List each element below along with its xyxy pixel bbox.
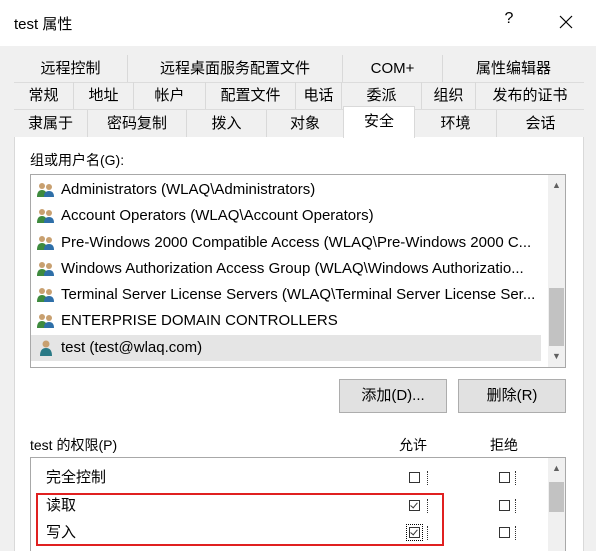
allow-column-header: 允许 [399, 437, 427, 453]
tab-dial-in[interactable]: 拨入 [187, 110, 267, 137]
tab-com-plus[interactable]: COM+ [343, 55, 443, 82]
tab-telephones[interactable]: 电话 [296, 82, 342, 109]
group-icon [37, 209, 54, 223]
tab-attribute-editor[interactable]: 属性编辑器 [443, 55, 584, 82]
group-icon [37, 314, 54, 328]
group-icon [37, 288, 54, 302]
allow-checkbox[interactable] [406, 524, 423, 541]
principal-name: test (test@wlaq.com) [61, 339, 203, 356]
permission-row: 完全控制 [31, 464, 549, 491]
tab-address[interactable]: 地址 [74, 82, 134, 109]
tab-organization[interactable]: 组织 [422, 82, 476, 109]
scroll-thumb[interactable] [549, 288, 564, 346]
allow-checkbox[interactable] [409, 472, 420, 483]
list-item[interactable]: Administrators (WLAQ\Administrators) [31, 177, 541, 203]
close-button[interactable] [548, 6, 584, 38]
group-icon [37, 183, 54, 197]
allow-checkbox[interactable] [409, 500, 420, 511]
permission-row: 写入 [31, 519, 549, 546]
principal-name: Pre-Windows 2000 Compatible Access (WLAQ… [61, 234, 532, 251]
scroll-down-icon[interactable]: ▼ [548, 348, 565, 365]
permission-name: 读取 [46, 497, 77, 514]
tab-remote-control[interactable]: 远程控制 [14, 55, 128, 82]
scroll-up-icon[interactable]: ▲ [548, 177, 565, 194]
deny-checkbox[interactable] [499, 472, 510, 483]
row-divider [427, 499, 432, 513]
scroll-thumb[interactable] [549, 482, 564, 512]
group-icon [37, 262, 54, 276]
tab-member-of[interactable]: 隶属于 [14, 110, 88, 137]
tab-environment[interactable]: 环境 [415, 110, 497, 137]
list-item[interactable]: Terminal Server License Servers (WLAQ\Te… [31, 282, 541, 308]
list-item[interactable]: Account Operators (WLAQ\Account Operator… [31, 203, 541, 229]
deny-column-header: 拒绝 [490, 437, 518, 453]
tab-published-certs[interactable]: 发布的证书 [476, 82, 584, 109]
permission-list-scrollbar[interactable]: ▲ [548, 458, 565, 551]
tab-profile[interactable]: 配置文件 [206, 82, 296, 109]
permission-list[interactable]: 完全控制 读取 写入 ▲ [30, 457, 566, 551]
title-bar: test 属性 ? [0, 0, 596, 46]
tab-rds-profile[interactable]: 远程桌面服务配置文件 [128, 55, 343, 82]
principal-name: Windows Authorization Access Group (WLAQ… [61, 260, 524, 277]
principal-name: ENTERPRISE DOMAIN CONTROLLERS [61, 312, 338, 329]
tab-password-replication[interactable]: 密码复制 [88, 110, 187, 137]
group-or-user-label: 组或用户名(G): [30, 152, 125, 168]
list-item[interactable]: ENTERPRISE DOMAIN CONTROLLERS [31, 308, 541, 334]
tab-security[interactable]: 安全 [343, 106, 415, 138]
deny-checkbox[interactable] [499, 500, 510, 511]
deny-checkbox[interactable] [499, 527, 510, 538]
row-divider [515, 471, 520, 485]
principal-name: Administrators (WLAQ\Administrators) [61, 181, 316, 198]
remove-button[interactable]: 删除(R) [458, 379, 566, 413]
permission-row: 读取 [31, 492, 549, 519]
window-title: test 属性 [14, 16, 73, 33]
principal-list-scrollbar[interactable]: ▲ ▼ [548, 175, 565, 367]
row-divider [515, 526, 520, 540]
principal-list[interactable]: Administrators (WLAQ\Administrators) Acc… [30, 174, 566, 368]
list-item-selected[interactable]: test (test@wlaq.com) [31, 335, 541, 361]
principal-name: Account Operators (WLAQ\Account Operator… [61, 207, 374, 224]
list-item[interactable]: Pre-Windows 2000 Compatible Access (WLAQ… [31, 230, 541, 256]
list-item[interactable]: Windows Authorization Access Group (WLAQ… [31, 256, 541, 282]
group-icon [37, 236, 54, 250]
row-divider [427, 471, 432, 485]
tab-delegation[interactable]: 委派 [342, 82, 422, 109]
user-icon [40, 340, 52, 356]
permissions-label: test 的权限(P) [30, 437, 118, 453]
tab-sessions[interactable]: 会话 [497, 110, 584, 137]
permission-name: 写入 [46, 524, 77, 541]
add-button[interactable]: 添加(D)... [339, 379, 447, 413]
tab-object[interactable]: 对象 [267, 110, 343, 137]
help-button[interactable]: ? [494, 10, 524, 34]
principal-name: Terminal Server License Servers (WLAQ\Te… [61, 286, 536, 303]
tab-account[interactable]: 帐户 [134, 82, 206, 109]
tab-general[interactable]: 常规 [14, 82, 74, 109]
row-divider [427, 526, 432, 540]
close-icon [559, 15, 573, 29]
scroll-up-icon[interactable]: ▲ [548, 460, 565, 477]
permission-name: 完全控制 [46, 469, 107, 486]
row-divider [515, 499, 520, 513]
